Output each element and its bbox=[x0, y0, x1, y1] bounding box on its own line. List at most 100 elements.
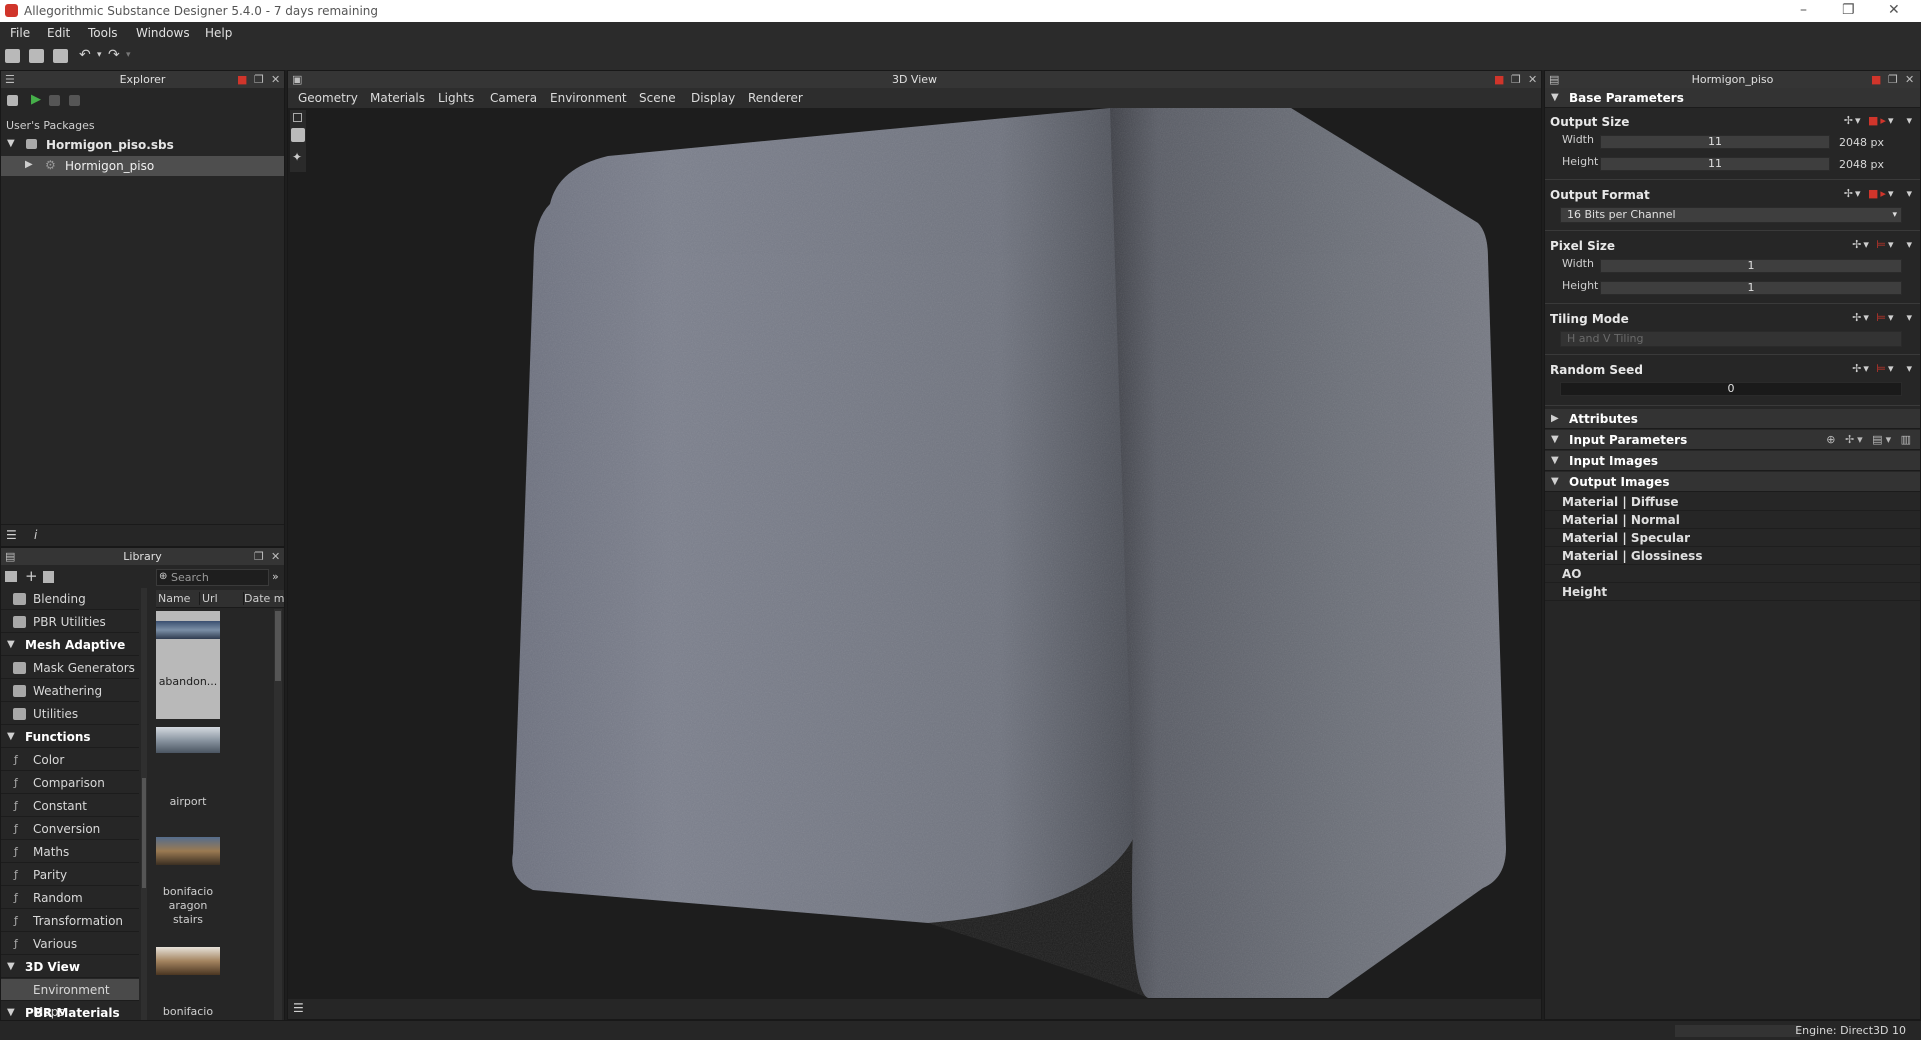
input-parameters-tools[interactable]: ⊕ ✢▾ ▤▾ ▥ bbox=[1826, 430, 1914, 450]
close-panel-icon[interactable]: ✕ bbox=[271, 72, 280, 87]
collapse-arrow-icon[interactable]: ▼ bbox=[7, 726, 15, 748]
play-icon[interactable]: ▶ bbox=[31, 92, 41, 107]
parameter-controls[interactable]: ✢▾ ⊨▾ ▾ bbox=[1852, 238, 1914, 251]
tiling-mode-dropdown[interactable]: H and V Tiling bbox=[1560, 331, 1902, 347]
library-item[interactable]: ▼ Mesh Adaptive bbox=[1, 634, 139, 656]
expand-columns-icon[interactable]: » bbox=[272, 570, 279, 583]
menu-edit[interactable]: Edit bbox=[47, 26, 70, 40]
thumbnail-item[interactable]: airport bbox=[156, 727, 220, 827]
parameter-controls[interactable]: ✢▾ ■▸▾ ▾ bbox=[1844, 187, 1914, 200]
info-icon[interactable]: i bbox=[34, 528, 37, 542]
undo-dropdown-icon[interactable]: ▾ bbox=[97, 48, 102, 62]
library-item[interactable]: Utilities bbox=[1, 703, 139, 725]
redo-icon[interactable]: ↷ bbox=[108, 48, 120, 62]
thumbnail-item[interactable]: bonifacio aragon stairs bbox=[156, 837, 220, 937]
3d-viewport[interactable]: ✦ bbox=[288, 108, 1541, 999]
panel-menu-icon[interactable]: ☰ bbox=[5, 72, 15, 87]
parameter-controls[interactable]: ✢▾ ■▸▾ ▾ bbox=[1844, 114, 1914, 127]
collapse-arrow-icon[interactable]: ▼ bbox=[1551, 88, 1559, 108]
new-package-icon[interactable] bbox=[5, 49, 20, 63]
new-graph-icon[interactable] bbox=[7, 95, 18, 106]
section-base-parameters[interactable]: ▼ Base Parameters bbox=[1545, 88, 1920, 108]
output-height[interactable]: Height bbox=[1545, 583, 1920, 601]
float-icon[interactable]: ❐ bbox=[1888, 72, 1898, 87]
menu-help[interactable]: Help bbox=[205, 26, 232, 40]
float-icon[interactable]: ❐ bbox=[1511, 72, 1521, 87]
tree-icon[interactable]: ☰ bbox=[6, 528, 17, 542]
collapse-arrow-icon[interactable]: ▼ bbox=[1551, 451, 1559, 471]
library-folder-icon[interactable]: ▤ bbox=[5, 549, 15, 564]
section-attributes[interactable]: ▶ Attributes bbox=[1545, 409, 1920, 429]
expand-arrow-icon[interactable]: ▶ bbox=[1551, 409, 1559, 429]
menu-tools[interactable]: Tools bbox=[88, 26, 118, 40]
tree-icon[interactable]: ☰ bbox=[293, 1001, 304, 1015]
section-input-images[interactable]: ▼ Input Images bbox=[1545, 451, 1920, 471]
collapse-arrow-icon[interactable]: ▼ bbox=[1551, 472, 1559, 492]
library-item[interactable]: ƒ Color bbox=[1, 749, 139, 771]
library-item[interactable]: ▼ Functions bbox=[1, 726, 139, 748]
collapse-arrow-icon[interactable]: ▼ bbox=[7, 634, 15, 656]
library-item[interactable]: ▼ 3D View bbox=[1, 956, 139, 978]
library-item[interactable]: ƒ Conversion bbox=[1, 818, 139, 840]
tab-lights[interactable]: Lights bbox=[438, 91, 474, 105]
output-ao[interactable]: AO bbox=[1545, 565, 1920, 583]
graph-row[interactable]: ▶ ⚙ Hormigon_piso bbox=[1, 156, 284, 176]
library-item[interactable]: ƒ Transformation bbox=[1, 910, 139, 932]
pin-icon[interactable]: ■ bbox=[1871, 72, 1881, 87]
column-date[interactable]: Date m bbox=[244, 592, 284, 605]
column-url[interactable]: Url bbox=[202, 592, 244, 605]
open-icon[interactable] bbox=[29, 49, 44, 63]
tab-geometry[interactable]: Geometry bbox=[298, 91, 358, 105]
restore-button[interactable]: ❐ bbox=[1842, 2, 1855, 18]
stop-icon[interactable] bbox=[49, 95, 60, 106]
close-panel-icon[interactable]: ✕ bbox=[271, 549, 280, 564]
collapse-arrow-icon[interactable]: ▼ bbox=[1551, 430, 1559, 450]
tab-scene[interactable]: Scene bbox=[639, 91, 676, 105]
pixel-width-slider[interactable]: 1 bbox=[1600, 259, 1902, 273]
parameter-controls[interactable]: ✢▾ ⊨▾ ▾ bbox=[1852, 362, 1914, 375]
float-icon[interactable]: ❐ bbox=[254, 549, 264, 564]
menu-file[interactable]: File bbox=[10, 26, 30, 40]
library-item[interactable]: Blending bbox=[1, 588, 139, 610]
library-item[interactable]: Mask Generators bbox=[1, 657, 139, 679]
thumbnail-scrollbar[interactable] bbox=[274, 609, 282, 1022]
scroll-thumb[interactable] bbox=[275, 611, 281, 681]
library-item[interactable]: ƒ Constant bbox=[1, 795, 139, 817]
thumbnail-item[interactable]: bonifacio bbox=[156, 947, 220, 1022]
thumbnail-item[interactable]: abandon... bbox=[156, 611, 220, 719]
random-seed-field[interactable]: 0 bbox=[1560, 382, 1902, 396]
tab-camera[interactable]: Camera bbox=[490, 91, 537, 105]
edit-icon[interactable] bbox=[43, 571, 54, 583]
package-row[interactable]: ▼ Hormigon_piso.sbs bbox=[1, 135, 284, 155]
search-box[interactable]: ⊕ Search bbox=[156, 569, 269, 586]
section-output-images[interactable]: ▼ Output Images bbox=[1545, 472, 1920, 492]
output-specular[interactable]: Material | Specular bbox=[1545, 529, 1920, 547]
close-panel-icon[interactable]: ✕ bbox=[1905, 72, 1914, 87]
library-item[interactable]: ƒ Parity bbox=[1, 864, 139, 886]
output-normal[interactable]: Material | Normal bbox=[1545, 511, 1920, 529]
output-format-dropdown[interactable]: 16 Bits per Channel ▾ bbox=[1560, 207, 1902, 223]
pin-icon[interactable]: ■ bbox=[1494, 72, 1504, 87]
close-button[interactable]: ✕ bbox=[1888, 2, 1900, 18]
library-item[interactable]: ƒ Various bbox=[1, 933, 139, 955]
column-name[interactable]: Name bbox=[158, 592, 200, 605]
collapse-arrow-icon[interactable]: ▼ bbox=[7, 956, 15, 978]
library-item[interactable]: ƒ Maths bbox=[1, 841, 139, 863]
scroll-thumb[interactable] bbox=[142, 778, 146, 888]
collapse-arrow-icon[interactable]: ▼ bbox=[7, 138, 15, 149]
output-height-slider[interactable]: 11 bbox=[1600, 157, 1830, 171]
add-icon[interactable]: + bbox=[25, 567, 38, 585]
tab-display[interactable]: Display bbox=[691, 91, 735, 105]
expand-arrow-icon[interactable]: ▶ bbox=[25, 159, 33, 170]
collapse-arrow-icon[interactable]: ▼ bbox=[7, 1002, 15, 1022]
output-glossiness[interactable]: Material | Glossiness bbox=[1545, 547, 1920, 565]
output-width-slider[interactable]: 11 bbox=[1600, 135, 1830, 149]
redo-dropdown-icon[interactable]: ▾ bbox=[126, 48, 131, 62]
library-folder-icon[interactable] bbox=[5, 571, 17, 582]
menu-windows[interactable]: Windows bbox=[136, 26, 190, 40]
save-icon[interactable] bbox=[53, 49, 68, 63]
tab-renderer[interactable]: Renderer bbox=[748, 91, 803, 105]
library-item[interactable]: ƒ Comparison bbox=[1, 772, 139, 794]
tab-environment[interactable]: Environment bbox=[550, 91, 627, 105]
refresh-icon[interactable] bbox=[69, 95, 80, 106]
